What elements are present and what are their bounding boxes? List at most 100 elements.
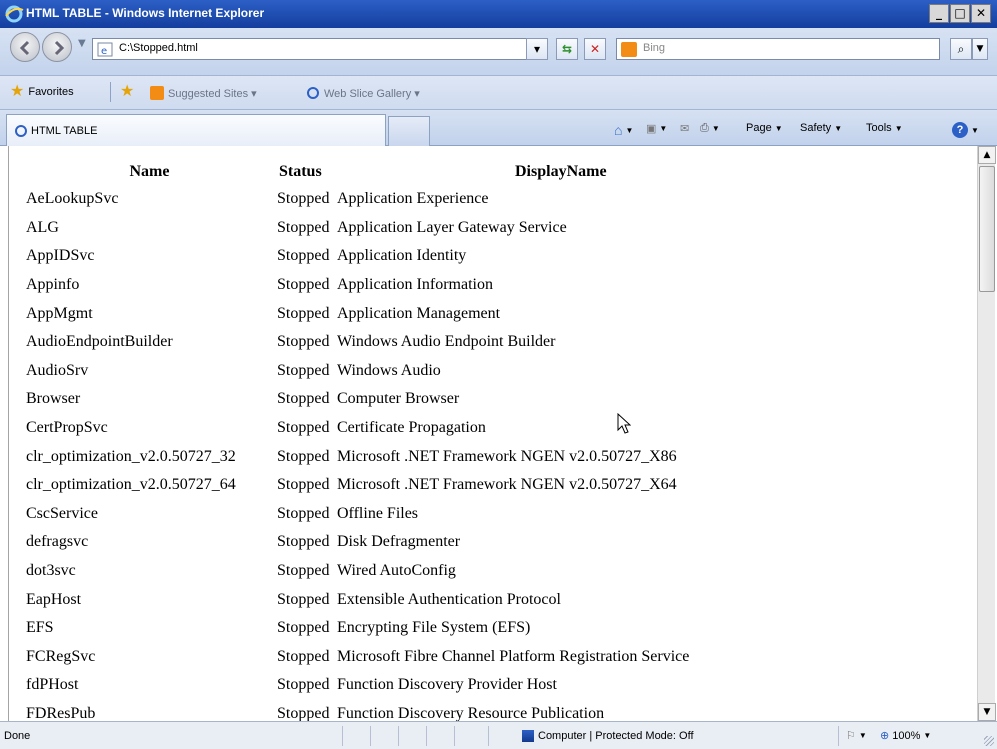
cell-name: clr_optimization_v2.0.50727_32 [26,447,236,465]
cell-name: EFS [26,619,54,637]
page-menu[interactable]: Page ▼ [746,122,783,134]
cell-displayname: Microsoft .NET Framework NGEN v2.0.50727… [337,476,677,494]
cell-displayname: Microsoft .NET Framework NGEN v2.0.50727… [337,447,677,465]
security-zone[interactable]: Computer | Protected Mode: Off [522,727,694,745]
close-button[interactable]: ✕ [971,4,991,23]
table-body: AeLookupSvc Stopped Application Experience… [24,185,691,721]
tab-html-table[interactable]: HTML TABLE [6,114,386,146]
mail-button[interactable]: ✉ [680,122,689,135]
mouse-cursor-icon [617,413,631,434]
address-text[interactable]: C:\Stopped.html [119,42,198,54]
feeds-button[interactable]: ▣ ▼ [646,122,667,135]
vertical-scrollbar[interactable]: ▲ ▼ [977,146,996,721]
zoom-control[interactable]: ⊕ 100% ▼ [880,729,931,743]
favorites-separator [110,82,111,102]
cell-displayname: Application Information [337,276,493,294]
suggested-sites-link[interactable]: Suggested Sites ▾ [150,86,257,100]
search-button[interactable]: ⌕ [950,38,972,60]
page-icon: e [97,42,113,57]
recent-pages-dropdown-icon[interactable]: ▼ [78,38,86,49]
table-row: EapHost Stopped Extensible Authentication … [24,585,691,614]
protected-mode-button[interactable]: ⚐ ▼ [846,729,867,742]
cell-name: FDResPub [26,704,96,721]
maximize-button[interactable]: □ [950,4,970,23]
title-bar: HTML TABLE - Windows Internet Explorer _… [0,0,997,28]
window-title: HTML TABLE - Windows Internet Explorer [26,6,265,20]
table-row: FCRegSvc Stopped Microsoft Fibre Channel P… [24,643,691,672]
cell-name: FCRegSvc [26,647,96,665]
favorites-button[interactable]: ★ Favorites [10,84,74,100]
back-button[interactable] [10,32,40,62]
scroll-thumb[interactable] [979,166,995,292]
safety-menu-label: Safety [800,122,832,134]
add-to-favorites-bar-button[interactable]: ★ [120,84,134,100]
table-row: AudioEndpointBuilder Stopped Windows Audio… [24,328,691,357]
scroll-up-button[interactable]: ▲ [978,146,996,164]
cell-status: Stopped [277,276,330,294]
cell-displayname: Extensible Authentication Protocol [337,590,561,608]
tab-ie-icon [15,125,27,137]
cell-status: Stopped [277,247,330,265]
page-menu-dropdown-icon: ▼ [774,123,783,133]
home-dropdown-icon: ▼ [625,125,634,135]
tools-menu-label: Tools [866,122,892,134]
cell-status: Stopped [277,619,330,637]
tools-menu[interactable]: Tools ▼ [866,122,903,134]
cell-status: Stopped [277,704,330,721]
web-slice-ie-icon [307,87,319,99]
cell-displayname: Application Experience [337,190,489,208]
home-button[interactable]: ⌂ ▼ [614,122,633,138]
page-menu-label: Page [746,122,772,134]
cell-status: Stopped [277,562,330,580]
print-button[interactable]: ⎙ ▼ [700,122,720,135]
compat-refresh-button[interactable]: ⇆ [556,38,578,60]
minimize-button[interactable]: _ [929,4,949,23]
resize-grip-icon[interactable] [984,736,994,746]
cell-displayname: Microsoft Fibre Channel Platform Registr… [337,647,690,665]
cell-displayname: Windows Audio [337,361,441,379]
home-icon: ⌂ [614,122,623,138]
safety-menu[interactable]: Safety ▼ [800,122,842,134]
cell-name: EapHost [26,590,82,608]
tab-command-row: HTML TABLE ⌂ ▼ ▣ ▼ ✉ ⎙ ▼ Page ▼ Safety ▼… [0,110,997,146]
address-dropdown-button[interactable]: ▾ [526,38,548,60]
status-segment [370,726,396,746]
tools-menu-dropdown-icon: ▼ [894,123,903,133]
cell-status: Stopped [277,533,330,551]
status-text: Done [4,730,31,742]
cell-name: AeLookupSvc [26,190,119,208]
search-placeholder: Bing [643,42,666,54]
cell-status: Stopped [277,676,330,694]
cell-status: Stopped [277,190,330,208]
protected-mode-dropdown-icon: ▼ [858,731,867,740]
favorites-bar: ★ Favorites ★ Suggested Sites ▾ Web Slic… [0,76,997,110]
new-tab-button[interactable] [388,116,430,146]
search-options-dropdown[interactable]: ▼ [972,38,988,60]
cell-name: clr_optimization_v2.0.50727_64 [26,476,236,494]
ie-logo-icon [5,5,24,23]
page-content: Name Status DisplayName AeLookupSvc Stopp… [8,146,977,721]
forward-arrow-icon [54,40,65,56]
cell-displayname: Function Discovery Resource Publication [337,704,605,721]
web-slice-gallery-link[interactable]: Web Slice Gallery ▾ [306,86,420,100]
stop-button[interactable]: ✕ [584,38,606,60]
zone-label: Computer | Protected Mode: Off [538,730,694,742]
search-input[interactable]: Bing [616,38,940,60]
address-field[interactable]: e C:\Stopped.html [92,38,548,60]
cell-displayname: Application Layer Gateway Service [337,218,567,236]
help-button[interactable]: ? ▼ [952,122,979,138]
forward-button[interactable] [42,32,72,62]
cell-status: Stopped [277,218,330,236]
cell-displayname: Wired AutoConfig [337,562,456,580]
status-segment [342,726,368,746]
zoom-icon: ⊕ [880,730,890,742]
cell-displayname: Function Discovery Provider Host [337,676,557,694]
cell-displayname: Computer Browser [337,390,460,408]
cell-status: Stopped [277,361,330,379]
table-row: AppIDSvc Stopped Application Identity [24,242,691,271]
cell-status: Stopped [277,590,330,608]
services-table: Name Status DisplayName AeLookupSvc Stopp… [24,159,691,721]
table-header-row: Name Status DisplayName [24,159,691,185]
scroll-down-button[interactable]: ▼ [978,703,996,721]
table-row: clr_optimization_v2.0.50727_64 Stopped Mic… [24,471,691,500]
